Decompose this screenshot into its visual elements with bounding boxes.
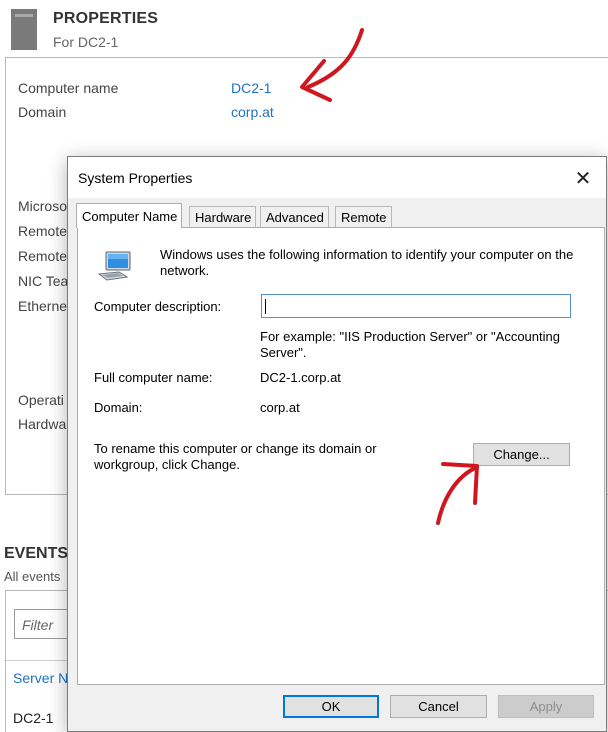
events-subtitle: All events <box>4 569 61 584</box>
server-icon <box>11 9 37 50</box>
property-label: Remote <box>18 248 68 264</box>
full-name-label: Full computer name: <box>94 370 213 385</box>
rename-instructions: To rename this computer or change its do… <box>94 441 377 472</box>
ok-button[interactable]: OK <box>283 695 379 718</box>
events-title: EVENTS <box>4 545 69 562</box>
properties-subtitle: For DC2-1 <box>53 34 119 50</box>
computer-name-link[interactable]: DC2-1 <box>231 80 271 96</box>
tab-remote[interactable]: Remote <box>335 206 392 227</box>
property-label: Etherne <box>18 298 68 314</box>
dialog-titlebar[interactable]: System Properties ✕ <box>68 157 606 198</box>
column-header-server[interactable]: Server N <box>13 670 68 686</box>
property-label: Microso <box>18 198 68 214</box>
computer-name-label: Computer name <box>18 80 119 96</box>
property-label: Operati <box>18 392 64 408</box>
apply-button[interactable]: Apply <box>498 695 594 718</box>
description-label: Computer description: <box>94 299 222 314</box>
text-caret <box>265 299 266 314</box>
change-button[interactable]: Change... <box>473 443 570 466</box>
system-properties-dialog: System Properties ✕ Computer Name Hardwa… <box>67 156 607 732</box>
domain-label: Domain <box>18 104 67 120</box>
tab-advanced[interactable]: Advanced <box>260 206 329 227</box>
domain-label: Domain: <box>94 400 143 415</box>
computer-description-input[interactable] <box>261 294 571 318</box>
table-row[interactable]: DC2-1 <box>13 710 53 726</box>
example-text: For example: "IIS Production Server" or … <box>260 329 560 360</box>
full-name-value: DC2-1.corp.at <box>260 370 341 385</box>
property-label: NIC Tea <box>18 273 69 289</box>
computer-icon <box>97 251 131 281</box>
domain-value: corp.at <box>260 400 300 415</box>
property-label: Hardwa <box>18 416 67 432</box>
cancel-button[interactable]: Cancel <box>390 695 487 718</box>
tab-hardware[interactable]: Hardware <box>189 206 257 227</box>
dialog-title: System Properties <box>78 170 193 186</box>
properties-header: PROPERTIES For DC2-1 <box>0 0 608 56</box>
close-icon[interactable]: ✕ <box>560 157 606 198</box>
property-label: Remote <box>18 223 68 239</box>
tab-computer-name[interactable]: Computer Name <box>76 203 183 228</box>
divider <box>6 660 76 661</box>
properties-title: PROPERTIES <box>53 10 159 27</box>
domain-link[interactable]: corp.at <box>231 104 274 120</box>
intro-text: Windows uses the following information t… <box>160 247 574 278</box>
